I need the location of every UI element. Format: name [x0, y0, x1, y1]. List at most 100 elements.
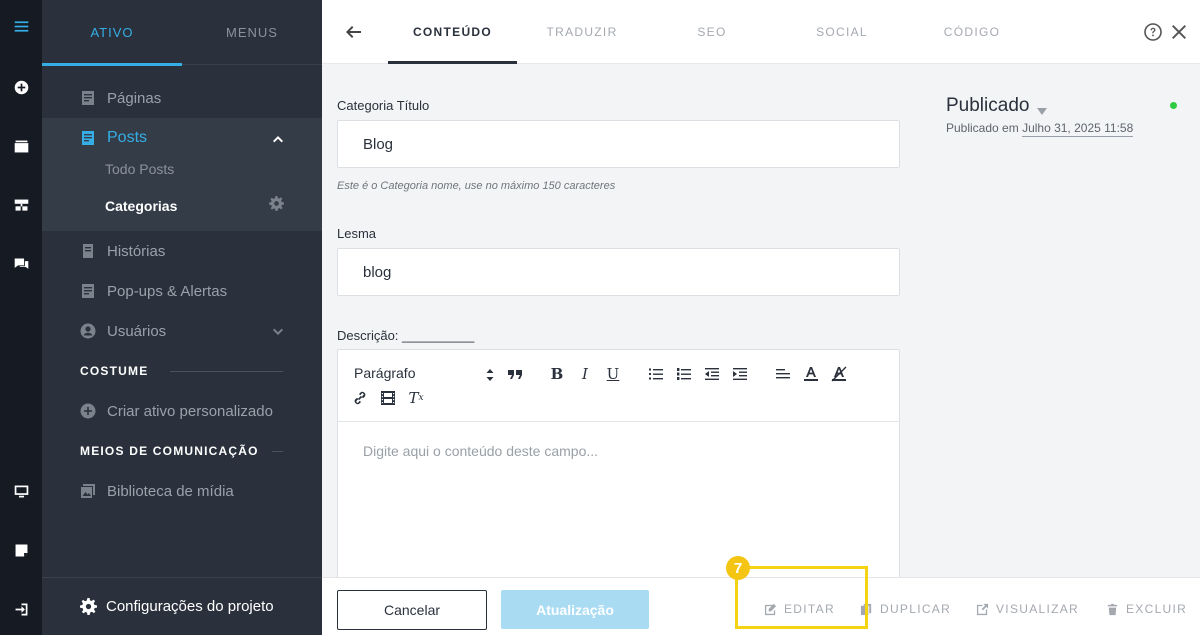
sidebar-item-criar-ativo[interactable]: Criar ativo personalizado	[42, 391, 322, 431]
image-gallery-icon	[80, 483, 96, 499]
bold-icon[interactable]: B	[548, 365, 566, 383]
status-title[interactable]: Publicado	[946, 95, 1029, 117]
sidebar-item-label: Biblioteca de mídia	[107, 482, 234, 500]
delete-button[interactable]: EXCLUIR	[1106, 602, 1187, 616]
back-arrow-icon[interactable]	[344, 22, 364, 42]
published-date-value[interactable]: Julho 31, 2025 11:58	[1022, 121, 1134, 137]
add-circle-icon[interactable]	[0, 75, 42, 99]
link-icon[interactable]	[351, 389, 369, 407]
help-icon[interactable]	[1144, 23, 1162, 41]
select-arrows-icon	[486, 368, 494, 382]
page-icon	[80, 90, 96, 106]
editor-placeholder[interactable]: Digite aqui o conteúdo deste campo...	[363, 443, 598, 459]
align-left-icon[interactable]	[774, 365, 792, 383]
duplicate-label: DUPLICAR	[880, 602, 952, 616]
sidebar-item-paginas[interactable]: Páginas	[42, 78, 322, 118]
gear-icon	[80, 598, 97, 615]
duplicate-button[interactable]: DUPLICAR	[860, 602, 951, 616]
description-label: Descrição: __________	[337, 328, 475, 343]
tab-traduzir[interactable]: TRADUZIR	[517, 0, 647, 64]
format-select[interactable]: Parágrafo	[354, 365, 494, 381]
sidebar-item-usuarios[interactable]: Usuários	[42, 311, 322, 351]
sidebar-tabs: ATIVO MENUS	[42, 0, 322, 66]
monitor-icon[interactable]	[0, 479, 42, 503]
sidebar-item-biblioteca[interactable]: Biblioteca de mídia	[42, 471, 322, 511]
sidebar-item-posts[interactable]: Posts	[42, 118, 322, 158]
project-settings-label: Configurações do projeto	[106, 598, 274, 615]
sidebar-item-label: Posts	[107, 129, 148, 146]
preview-label: VISUALIZAR	[996, 602, 1080, 616]
video-icon[interactable]	[379, 389, 397, 407]
caret-down-icon[interactable]	[1037, 102, 1047, 115]
sitemap-icon[interactable]	[0, 193, 42, 217]
indent-icon[interactable]	[731, 365, 749, 383]
chat-bubbles-icon[interactable]	[0, 252, 42, 276]
add-circle-icon	[80, 403, 96, 419]
editor-toolbar: Parágrafo B I U Tx	[338, 350, 899, 422]
cancel-button[interactable]: Cancelar	[337, 590, 487, 630]
project-settings-button[interactable]: Configurações do projeto	[42, 577, 322, 635]
sidebar-item-label: Criar ativo personalizado	[107, 402, 273, 420]
title-label: Categoria Título	[337, 98, 430, 113]
icon-rail	[0, 0, 42, 635]
slug-input[interactable]: blog	[337, 248, 900, 296]
published-date: Publicado em Julho 31, 2025 11:58	[946, 121, 1134, 137]
hamburger-menu-icon[interactable]	[0, 14, 42, 38]
document-icon	[80, 243, 96, 259]
divider	[272, 451, 283, 452]
quote-icon[interactable]	[506, 365, 524, 383]
title-hint: Este é o Categoria nome, use no máximo 1…	[337, 180, 616, 192]
sidebar-item-popups[interactable]: Pop-ups & Alertas	[42, 271, 322, 311]
status-dot	[1170, 102, 1177, 109]
external-link-icon	[976, 603, 989, 615]
sidebar-item-historias[interactable]: Histórias	[42, 231, 322, 271]
preview-button[interactable]: VISUALIZAR	[976, 602, 1079, 616]
highlight-color-icon[interactable]	[830, 365, 848, 383]
close-icon[interactable]	[1170, 23, 1188, 41]
title-input[interactable]: Blog	[337, 120, 900, 168]
tab-conteudo[interactable]: CONTEÚDO	[388, 0, 517, 64]
archive-icon[interactable]	[0, 134, 42, 158]
divider	[170, 371, 283, 372]
delete-label: EXCLUIR	[1126, 602, 1188, 616]
bullet-list-icon[interactable]	[647, 365, 665, 383]
sidebar-item-label: Histórias	[107, 242, 166, 260]
note-icon[interactable]	[0, 538, 42, 562]
rich-text-editor: Parágrafo B I U Tx Digite aqui o conteúd…	[337, 349, 900, 579]
sidebar: ATIVO MENUS Páginas Posts Todo Posts Cat…	[42, 0, 322, 635]
tab-social[interactable]: SOCIAL	[777, 0, 907, 64]
sidebar-item-label: Páginas	[107, 89, 162, 107]
underline-icon[interactable]: U	[604, 365, 622, 383]
outdent-icon[interactable]	[703, 365, 721, 383]
page-icon	[80, 130, 96, 146]
app: ATIVO MENUS Páginas Posts Todo Posts Cat…	[0, 0, 1200, 635]
published-prefix: Publicado em	[946, 121, 1019, 135]
text-color-icon[interactable]	[802, 365, 820, 383]
editor-topbar: CONTEÚDO TRADUZIR SEO SOCIAL CÓDIGO	[322, 0, 1200, 64]
annotation-highlight-box	[735, 566, 868, 629]
main-panel: CONTEÚDO TRADUZIR SEO SOCIAL CÓDIGO Cate…	[322, 0, 1200, 635]
section-costume: COSTUME	[80, 364, 149, 378]
clear-format-icon[interactable]: Tx	[407, 389, 425, 407]
italic-icon[interactable]: I	[576, 365, 594, 383]
tab-codigo[interactable]: CÓDIGO	[907, 0, 1037, 64]
chevron-up-icon[interactable]	[272, 132, 284, 144]
trash-icon	[1107, 603, 1118, 615]
tab-menus[interactable]: MENUS	[182, 0, 322, 65]
sidebar-subitem-categorias[interactable]: Categorias	[105, 198, 177, 214]
annotation-step-badge: 7	[726, 556, 750, 580]
numbered-list-icon[interactable]	[675, 365, 693, 383]
logout-icon[interactable]	[0, 597, 42, 621]
update-button[interactable]: Atualização	[501, 590, 649, 629]
sidebar-item-label: Pop-ups & Alertas	[107, 282, 228, 300]
chevron-down-icon[interactable]	[272, 325, 284, 337]
tab-seo[interactable]: SEO	[647, 0, 777, 64]
user-circle-icon	[80, 323, 96, 339]
sidebar-subitem-todo-posts[interactable]: Todo Posts	[105, 161, 174, 177]
sidebar-item-label: Usuários	[107, 322, 167, 340]
gear-icon[interactable]	[269, 196, 284, 211]
page-icon	[80, 283, 96, 299]
slug-label: Lesma	[337, 226, 377, 241]
tab-ativo[interactable]: ATIVO	[42, 0, 182, 66]
section-meios: MEIOS DE COMUNICAÇÃO	[80, 444, 259, 458]
